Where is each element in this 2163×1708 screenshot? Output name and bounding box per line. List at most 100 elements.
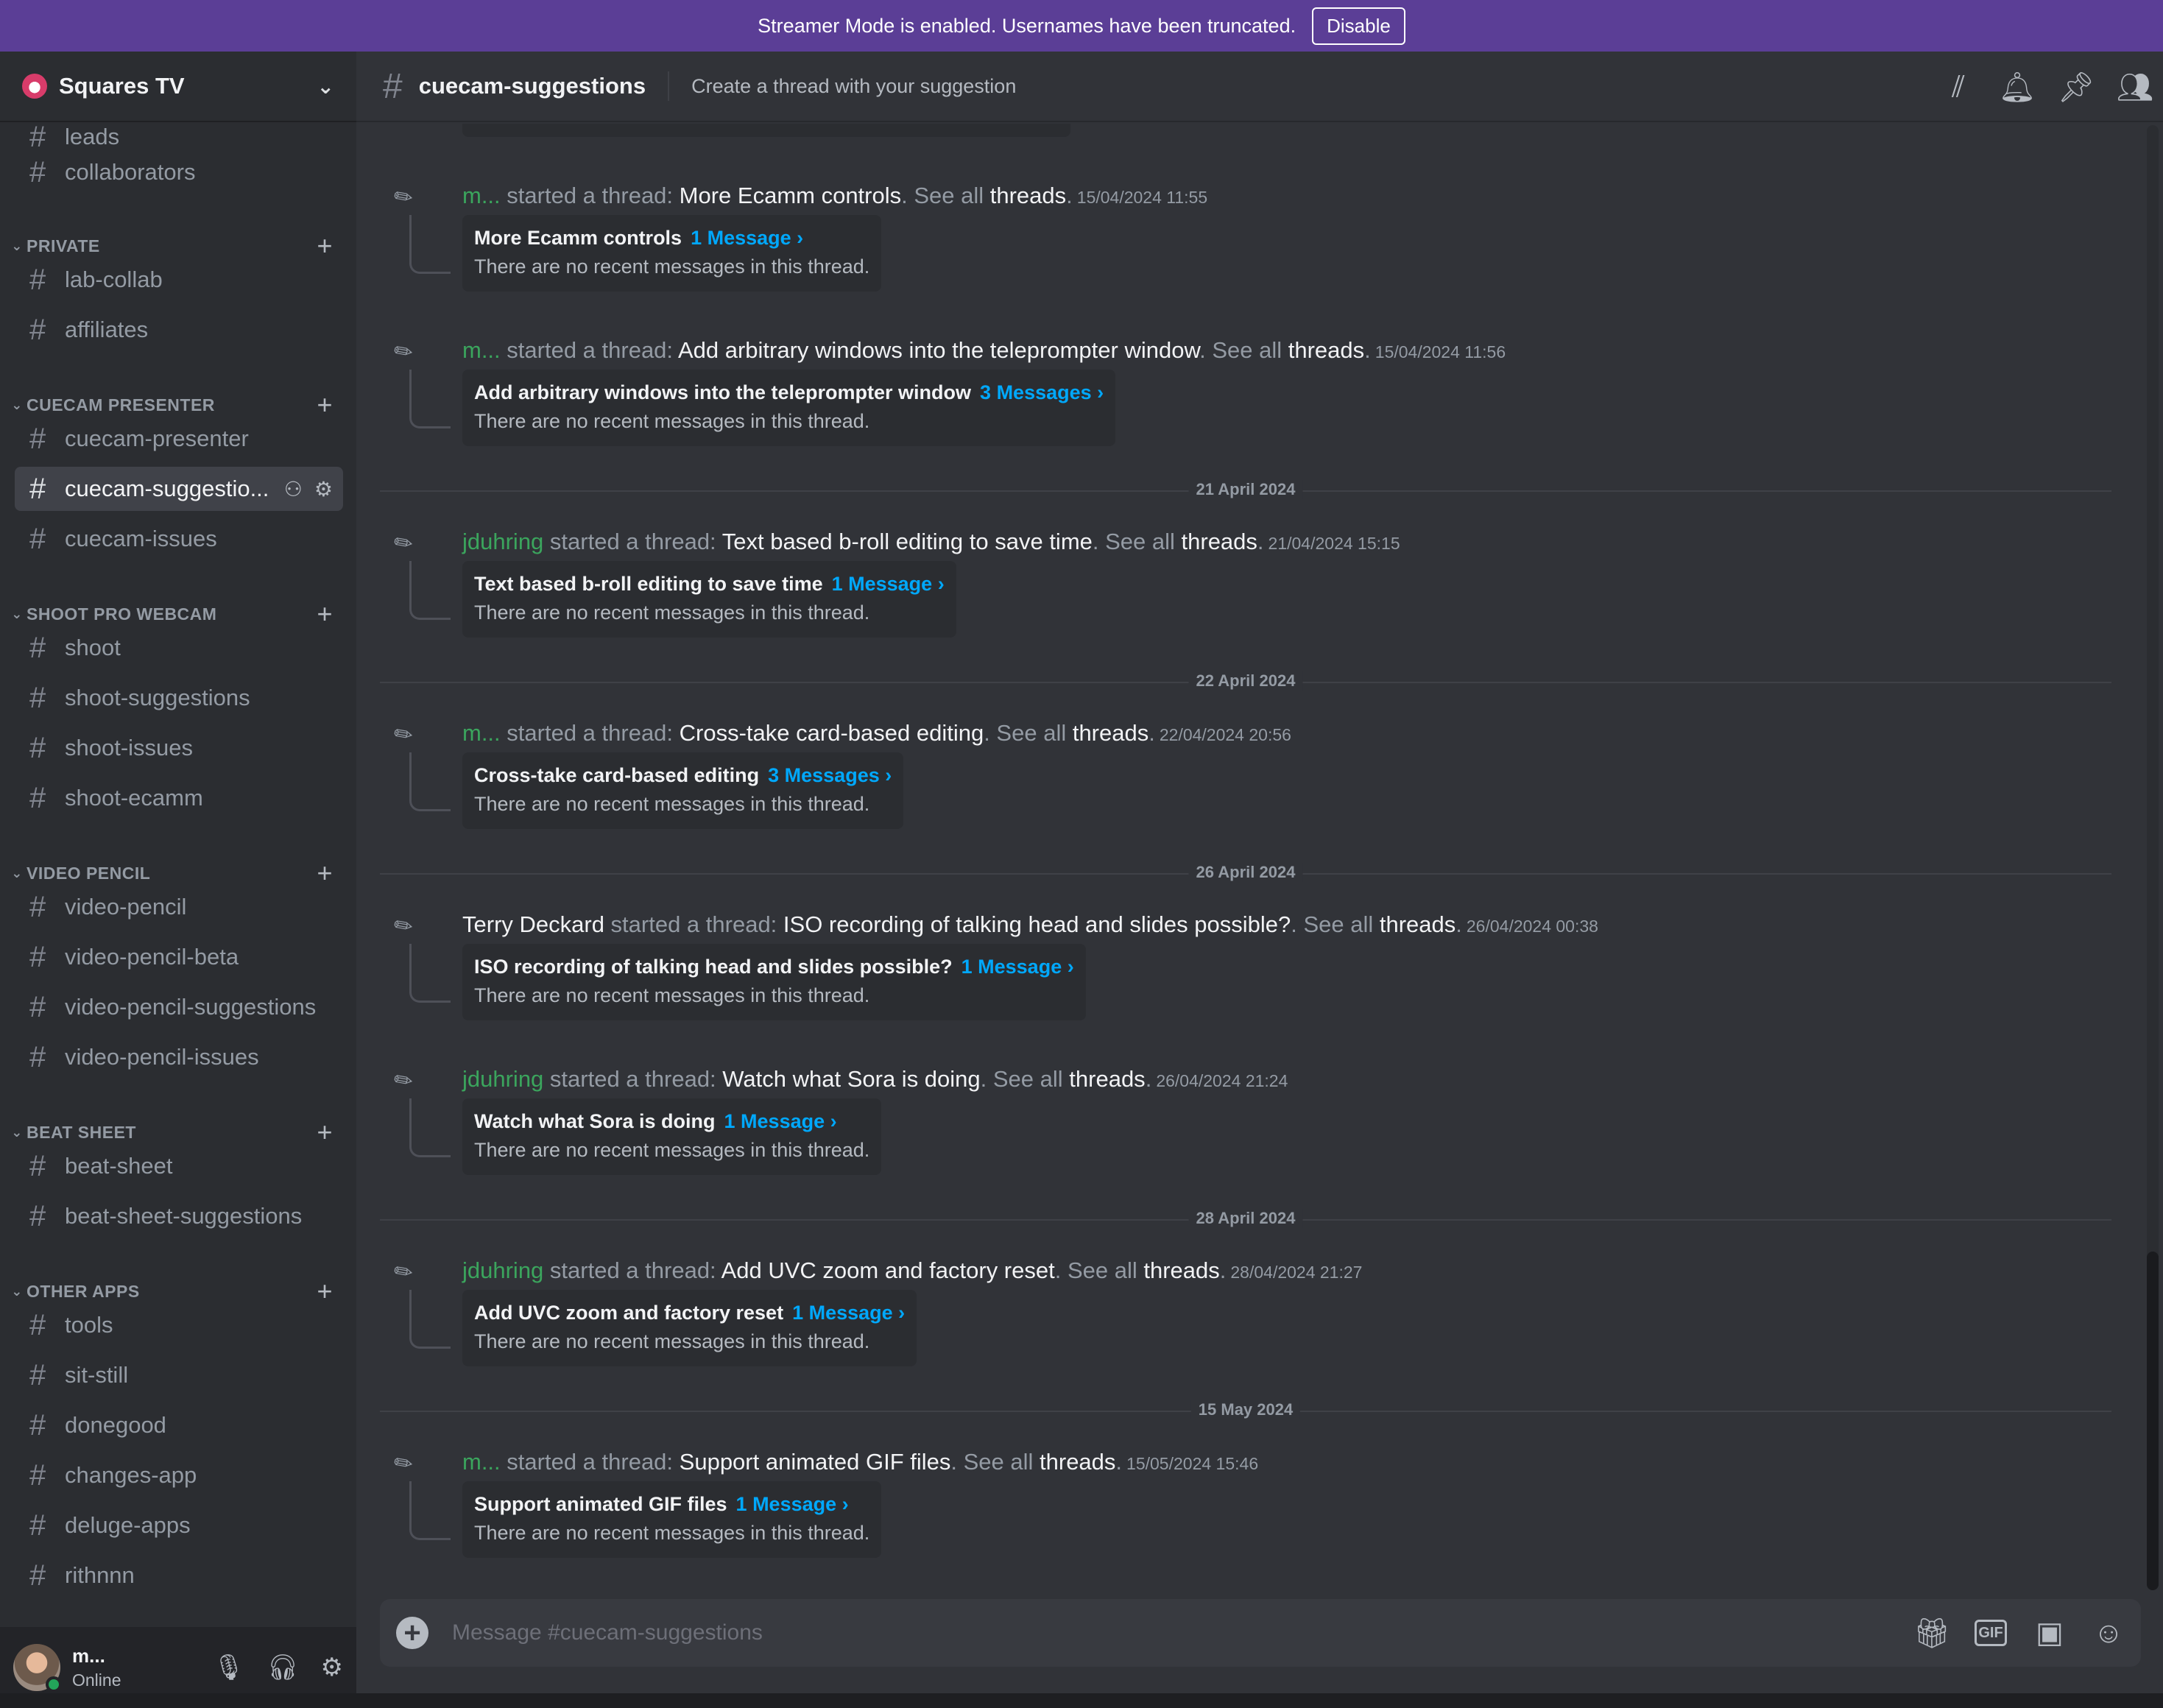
thread-title[interactable]: More Ecamm controls [680,183,901,208]
create-channel-icon[interactable]: + [317,389,333,420]
category-private[interactable]: ⌄ PRIVATE + [7,230,349,261]
channel-cuecam-issues[interactable]: # cuecam-issues [15,517,343,561]
channel-shoot-suggestions[interactable]: # shoot-suggestions [15,676,343,720]
scrollbar-thumb[interactable] [2147,1252,2159,1590]
invite-icon[interactable]: ⚇ [284,477,303,501]
thread-embed[interactable]: Watch what Sora is doing 1 Message › Ther… [462,1098,882,1175]
message-composer[interactable]: + Message #cuecam-suggestions 🎁︎ GIF ▣ ☺ [380,1599,2141,1667]
bell-icon[interactable]: 🔔︎ [1999,69,2036,105]
threads-link[interactable]: threads [1288,337,1364,363]
threads-icon[interactable]: ⫽ [1941,69,1976,105]
dot: . [1455,911,1462,937]
thread-title[interactable]: Text based b-roll editing to save time [722,529,1093,554]
channel-tools[interactable]: # tools [15,1303,343,1347]
member-list-icon[interactable]: 👥︎ [2117,69,2154,105]
create-channel-icon[interactable]: + [317,1276,333,1307]
threads-link[interactable]: threads [990,183,1066,208]
chevron-down-icon[interactable]: ⌄ [317,74,334,99]
thread-embed[interactable]: ISO recording of talking head and slides… [462,944,1086,1020]
channel-beat-sheet-suggestions[interactable]: # beat-sheet-suggestions [15,1194,343,1238]
channel-lab-collab[interactable]: # lab-collab [15,258,343,302]
threads-link[interactable]: threads [1143,1257,1219,1283]
channel-sit-still[interactable]: # sit-still [15,1353,343,1397]
channel-video-pencil-suggestions[interactable]: # video-pencil-suggestions [15,985,343,1029]
author[interactable]: m... [462,183,501,208]
category-video-pencil[interactable]: ⌄ VIDEO PENCIL + [7,858,349,888]
avatar[interactable] [13,1644,62,1693]
threads-link[interactable]: threads [1040,1449,1115,1475]
thread-embed[interactable]: Support animated GIF files 1 Message › Th… [462,1481,882,1558]
thread-title[interactable]: Add UVC zoom and factory reset [721,1257,1055,1283]
message-count-link[interactable]: 1 Message › [736,1493,849,1515]
thread-embed[interactable]: More Ecamm controls 1 Message › There are… [462,215,882,292]
add-attachment-icon[interactable]: + [396,1617,428,1649]
create-channel-icon[interactable]: + [317,599,333,629]
author[interactable]: Terry Deckard [462,911,604,937]
threads-link[interactable]: threads [1073,720,1148,746]
thread-embed[interactable]: Add arbitrary windows into the telepromp… [462,370,1116,446]
create-channel-icon[interactable]: + [317,230,333,261]
thread-title[interactable]: Watch what Sora is doing [722,1066,980,1092]
threads-link[interactable]: threads [1069,1066,1145,1092]
category-shoot-pro-webcam[interactable]: ⌄ SHOOT PRO WEBCAM + [7,599,349,629]
author[interactable]: m... [462,337,501,363]
server-header[interactable]: Squares TV ⌄ [0,52,356,122]
category-cuecam-presenter[interactable]: ⌄ CUECAM PRESENTER + [7,389,349,420]
channel-collaborators[interactable]: # collaborators [15,150,343,194]
threads-link[interactable]: threads [1380,911,1455,937]
sticker-icon[interactable]: ▣ [2033,1617,2066,1649]
author[interactable]: jduhring [462,529,543,554]
thread-line: Terry Deckard started a thread: ISO reco… [462,910,1598,941]
channel-video-pencil-beta[interactable]: # video-pencil-beta [15,935,343,979]
pin-icon[interactable]: 📌︎ [2058,69,2095,105]
thread-title[interactable]: Cross-take card-based editing [680,720,984,746]
channel-changes-app[interactable]: # changes-app [15,1453,343,1497]
emoji-icon[interactable]: ☺ [2092,1617,2125,1649]
channel-shoot-ecamm[interactable]: # shoot-ecamm [15,776,343,820]
thread-title[interactable]: Add arbitrary windows into the telepromp… [678,337,1199,363]
message-count-link[interactable]: 1 Message › [691,227,803,249]
channel-donegood[interactable]: # donegood [15,1403,343,1447]
microphone-icon[interactable]: 🎙︎ [213,1653,244,1682]
channel-beat-sheet[interactable]: # beat-sheet [15,1144,343,1188]
gif-icon[interactable]: GIF [1975,1620,2007,1646]
thread-embed[interactable]: Add UVC zoom and factory reset 1 Message … [462,1290,917,1366]
timestamp: 21/04/2024 15:15 [1268,534,1400,553]
message-count-link[interactable]: 3 Messages › [768,764,892,786]
channel-deluge-apps[interactable]: # deluge-apps [15,1503,343,1548]
gear-icon[interactable]: ⚙ [321,1653,343,1682]
message-count-link[interactable]: 1 Message › [961,956,1074,978]
channel-shoot-issues[interactable]: # shoot-issues [15,726,343,770]
message-input[interactable]: Message #cuecam-suggestions [452,1620,763,1645]
channel-video-pencil-issues[interactable]: # video-pencil-issues [15,1035,343,1079]
thread-title[interactable]: ISO recording of talking head and slides… [783,911,1291,937]
channel-affiliates[interactable]: # affiliates [15,308,343,352]
threads-link[interactable]: threads [1182,529,1257,554]
message-count-link[interactable]: 3 Messages › [980,381,1104,403]
channel-video-pencil[interactable]: # video-pencil [15,885,343,929]
channel-cuecam-presenter[interactable]: # cuecam-presenter [15,417,343,461]
embed-body: There are no recent messages in this thr… [474,1139,870,1161]
thread-embed[interactable]: Text based b-roll editing to save time 1 … [462,561,956,638]
author[interactable]: m... [462,1449,501,1475]
create-channel-icon[interactable]: + [317,1117,333,1148]
gear-icon[interactable]: ⚙ [314,477,333,501]
author[interactable]: jduhring [462,1066,543,1092]
gift-icon[interactable]: 🎁︎ [1913,1617,1951,1650]
thread-embed[interactable]: Cross-take card-based editing 3 Messages … [462,752,904,829]
headphones-icon[interactable]: 🎧︎ [267,1653,298,1682]
channel-shoot[interactable]: # shoot [15,626,343,670]
category-beat-sheet[interactable]: ⌄ BEAT SHEET + [7,1117,349,1148]
author[interactable]: jduhring [462,1257,543,1283]
thread-title[interactable]: Support animated GIF files [680,1449,951,1475]
channel-cuecam-suggestions[interactable]: # cuecam-suggestio... ⚇ ⚙ [15,467,343,511]
create-channel-icon[interactable]: + [317,858,333,889]
category-other-apps[interactable]: ⌄ OTHER APPS + [7,1276,349,1307]
author[interactable]: m... [462,720,501,746]
message-count-link[interactable]: 1 Message › [832,573,945,595]
message-count-link[interactable]: 1 Message › [724,1110,837,1132]
message-count-link[interactable]: 1 Message › [792,1302,905,1324]
channel-rithnnn[interactable]: # rithnnn [15,1553,343,1598]
timestamp: 26/04/2024 21:24 [1156,1071,1288,1090]
disable-streamer-mode-button[interactable]: Disable [1312,7,1405,45]
